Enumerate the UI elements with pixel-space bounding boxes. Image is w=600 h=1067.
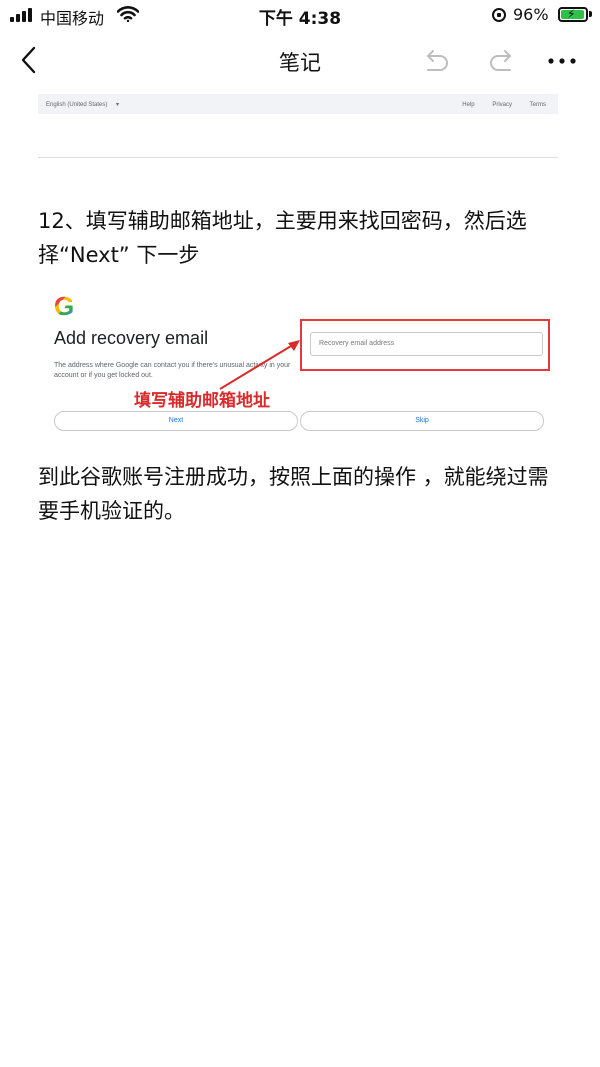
screenshot-heading: Add recovery email: [54, 328, 209, 348]
annotation-label: 填写辅助邮箱地址: [134, 391, 270, 410]
language-label: English (United States): [46, 102, 108, 108]
undo-icon: [427, 50, 448, 71]
note-paragraph-step12[interactable]: 12、填写辅助邮箱地址，主要用来找回密码，然后选择“Next” 下一步: [38, 204, 568, 272]
battery-percent: 96%: [513, 5, 549, 24]
status-time: 下午 4:38: [258, 9, 342, 29]
redo-icon: [490, 50, 511, 71]
redo-button[interactable]: [484, 44, 520, 78]
screenshot-next-button: Next: [54, 411, 298, 431]
google-logo-letter: G: [54, 291, 75, 321]
more-icon: [548, 58, 576, 64]
divider: [38, 157, 558, 158]
battery-tip: [589, 11, 592, 17]
battery-icon: ⚡: [558, 7, 588, 22]
screenshot-skip-button: Skip: [300, 411, 544, 431]
help-link: Help: [462, 102, 475, 108]
recovery-email-input: Recovery email address: [310, 332, 543, 356]
note-paragraph-conclusion[interactable]: 到此谷歌账号注册成功，按照上面的操作 ，就能绕过需要手机验证的。: [38, 460, 568, 528]
footer-links: Help Privacy Terms: [446, 102, 546, 108]
nav-bar: 笔记: [0, 30, 600, 90]
google-logo: G: [54, 291, 74, 322]
terms-link: Terms: [529, 102, 546, 108]
privacy-link: Privacy: [492, 102, 512, 108]
orientation-lock-icon: [492, 8, 506, 22]
more-button[interactable]: [542, 44, 582, 78]
recovery-email-screenshot: G Add recovery email The address where G…: [38, 283, 558, 438]
previous-image-footer: English (United States) ▾ Help Privacy T…: [38, 94, 558, 114]
caret-down-icon: ▾: [116, 102, 120, 108]
status-bar: 中国移动 下午 4:38 96% ⚡: [0, 0, 600, 30]
charging-bolt-icon: ⚡: [567, 7, 576, 21]
undo-button[interactable]: [418, 44, 454, 78]
